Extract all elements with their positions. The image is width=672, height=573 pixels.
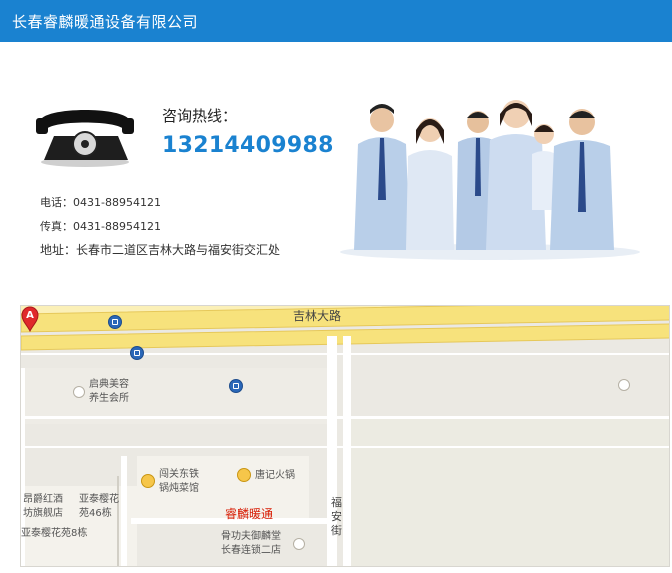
location-map[interactable]: 吉林大路 福安街 启典美容 养生会所 闯关东铁 锅炖菜馆 唐记火锅 昂爵红酒 坊… xyxy=(20,305,670,567)
fax-line: 传真：0431-88954121 xyxy=(40,220,161,233)
place-poi-icon[interactable] xyxy=(618,379,630,391)
hotline-label: 咨询热线： xyxy=(162,107,238,125)
poi-label-block-2: 亚泰樱花苑8栋 xyxy=(21,528,88,539)
poi-label-block-1: 亚泰樱花 苑46栋 xyxy=(79,494,119,519)
road-label-fuan: 福安街 xyxy=(331,496,342,537)
location-marker-icon[interactable]: A xyxy=(21,306,39,332)
restaurant-poi-icon[interactable] xyxy=(237,468,251,482)
bus-stop-icon[interactable] xyxy=(130,346,144,360)
poi-label-hotel: 昂爵红酒 坊旗舰店 xyxy=(23,494,63,519)
site-header: 长春睿麟暖通设备有限公司 xyxy=(0,0,672,42)
hotline-number: 13214409988 xyxy=(162,133,334,158)
bus-stop-icon[interactable] xyxy=(229,379,243,393)
phone-line: 电话：0431-88954121 xyxy=(40,196,161,209)
road-label-jilin: 吉林大路 xyxy=(293,309,342,323)
poi-label-restaurant-1: 闯关东铁 锅炖菜馆 xyxy=(159,469,199,494)
restaurant-poi-icon[interactable] xyxy=(141,474,155,488)
address-line: 地址：长春市二道区吉林大路与福安街交汇处 xyxy=(40,243,281,257)
poi-label-beauty: 启典美容 养生会所 xyxy=(89,379,129,404)
poi-label-target: 睿麟暖通 xyxy=(225,507,274,521)
company-title: 长春睿麟暖通设备有限公司 xyxy=(12,13,199,31)
team-photo xyxy=(340,100,640,260)
map-canvas xyxy=(21,306,669,566)
poi-label-clinic: 骨功夫御麟堂 长春连锁二店 xyxy=(221,531,281,556)
bus-stop-icon[interactable] xyxy=(108,315,122,329)
marker-letter: A xyxy=(26,310,34,321)
beauty-poi-icon[interactable] xyxy=(73,386,85,398)
clinic-poi-icon[interactable] xyxy=(293,538,305,550)
telephone-icon xyxy=(36,110,134,167)
poi-label-restaurant-2: 唐记火锅 xyxy=(255,470,295,481)
